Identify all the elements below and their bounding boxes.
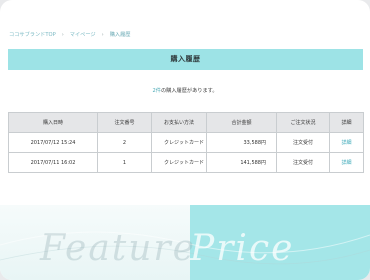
table-row: 2017/07/12 15:24 2 クレジットカード 33,588円 注文受付…: [8, 132, 364, 153]
page-title: 購入履歴: [170, 55, 201, 63]
footer-decoration-price-text: Price: [190, 228, 295, 269]
table-header-row: 購入日時 注文番号 お支払い方法 合計金額 ご注文状況 詳細: [8, 112, 364, 133]
breadcrumb-separator: ›: [61, 32, 64, 38]
page-title-bar: 購入履歴: [8, 49, 363, 70]
breadcrumb: ココサブランドTOP › マイページ › 購入履歴: [9, 31, 130, 38]
footer-decoration-feature-text: Feature: [40, 228, 196, 269]
order-date: 2017/07/12 15:24: [8, 132, 98, 153]
payment-method: クレジットカード: [151, 132, 207, 153]
breadcrumb-mypage-link[interactable]: マイページ: [70, 32, 96, 38]
breadcrumb-separator: ›: [101, 32, 104, 38]
order-total: 141,588円: [206, 152, 277, 173]
order-total: 33,588円: [206, 132, 277, 153]
order-number: 1: [97, 152, 152, 173]
order-status: 注文受付: [276, 132, 330, 153]
column-header-date: 購入日時: [8, 112, 98, 133]
history-count-text: 2件の購入履歴があります。: [0, 87, 370, 94]
history-count: 2件: [152, 88, 161, 94]
column-header-detail: 詳細: [329, 112, 364, 133]
order-detail-link[interactable]: 詳細: [329, 152, 364, 173]
order-history-table: 購入日時 注文番号 お支払い方法 合計金額 ご注文状況 詳細 2017/07/1…: [8, 112, 364, 173]
payment-method: クレジットカード: [151, 152, 207, 173]
order-date: 2017/07/11 16:02: [8, 152, 98, 173]
breadcrumb-home-link[interactable]: ココサブランドTOP: [9, 32, 56, 38]
order-number: 2: [97, 132, 152, 153]
breadcrumb-current: 購入履歴: [109, 32, 131, 38]
column-header-status: ご注文状況: [276, 112, 330, 133]
column-header-order-number: 注文番号: [97, 112, 152, 133]
page-frame: ココサブランドTOP › マイページ › 購入履歴 購入履歴 2件の購入履歴があります。…: [0, 0, 370, 280]
order-status: 注文受付: [276, 152, 330, 173]
table-row: 2017/07/11 16:02 1 クレジットカード 141,588円 注文受…: [8, 152, 364, 173]
column-header-total: 合計金額: [206, 112, 277, 133]
order-detail-link[interactable]: 詳細: [329, 132, 364, 153]
column-header-payment: お支払い方法: [151, 112, 207, 133]
history-count-suffix: の購入履歴があります。: [160, 88, 218, 94]
